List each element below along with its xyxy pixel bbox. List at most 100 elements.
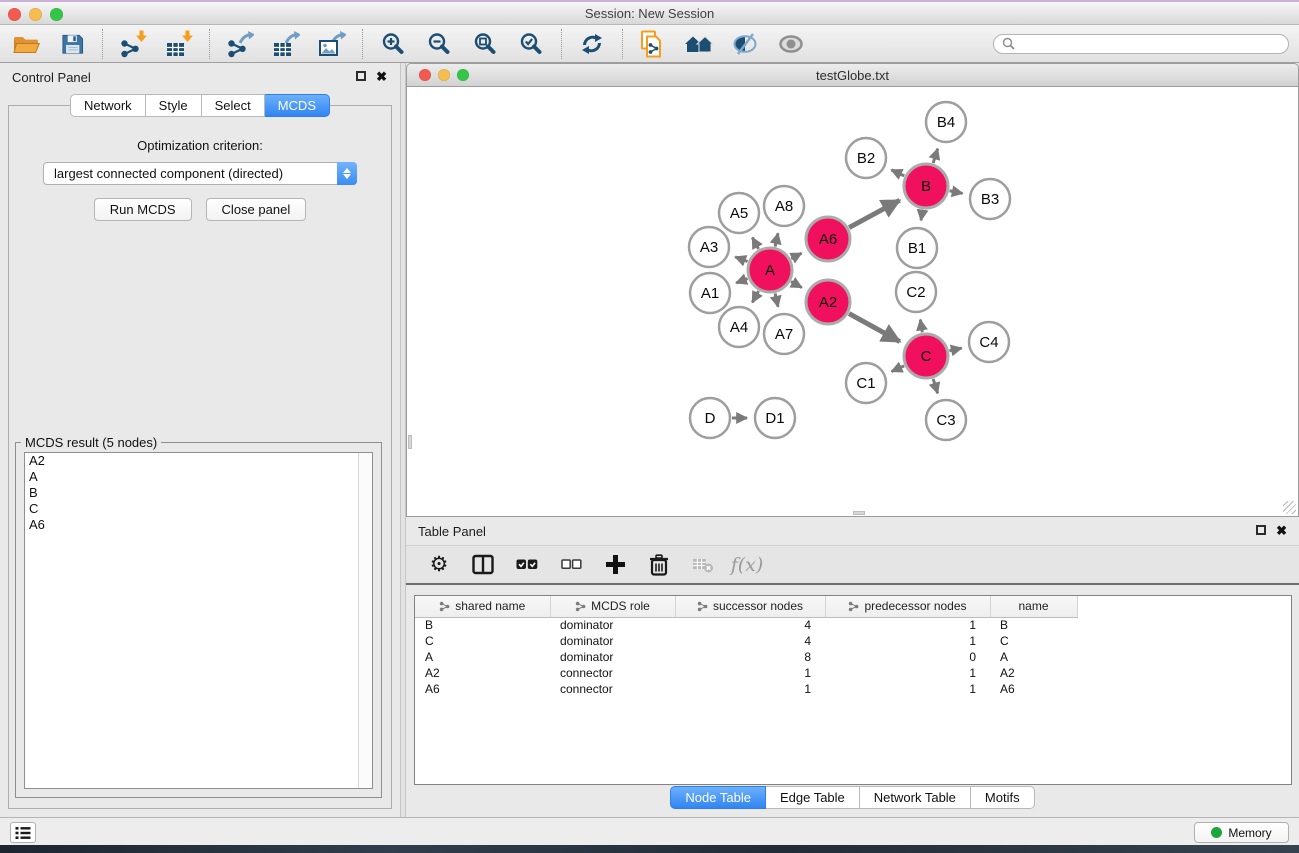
table-cell[interactable]: connector — [550, 681, 675, 697]
graph-edge-B-B3[interactable] — [950, 191, 963, 194]
graph-edge-A6-B[interactable] — [849, 200, 900, 227]
graph-edge-A-A6[interactable] — [791, 253, 801, 259]
table-cell[interactable]: dominator — [550, 617, 675, 633]
export-table-icon[interactable] — [270, 29, 302, 59]
graph-node-B4[interactable]: B4 — [926, 102, 966, 142]
tab-network-table[interactable]: Network Table — [860, 786, 971, 809]
table-cell[interactable]: 4 — [675, 617, 825, 633]
column-header-MCDS-role[interactable]: MCDS role — [550, 596, 675, 617]
zoom-out-icon[interactable] — [423, 29, 455, 59]
table-cell[interactable]: connector — [550, 665, 675, 681]
zoom-in-icon[interactable] — [377, 29, 409, 59]
graph-edge-C-C4[interactable] — [949, 348, 961, 351]
table-cell[interactable]: 1 — [675, 681, 825, 697]
table-cell[interactable]: A2 — [415, 665, 550, 681]
close-panel-button[interactable]: Close panel — [206, 198, 307, 221]
table-row[interactable]: Adominator80A — [415, 649, 1077, 665]
tab-motifs[interactable]: Motifs — [971, 786, 1035, 809]
graph-edge-C-C3[interactable] — [933, 379, 937, 393]
graph-node-A[interactable]: A — [748, 248, 792, 292]
resize-grip[interactable] — [1283, 501, 1296, 514]
canvas-bottom-handle[interactable] — [853, 511, 865, 515]
table-cell[interactable]: 8 — [675, 649, 825, 665]
graph-node-A4[interactable]: A4 — [719, 307, 759, 347]
graph-node-D1[interactable]: D1 — [755, 398, 795, 438]
import-table-icon[interactable] — [163, 29, 195, 59]
table-cell[interactable]: A6 — [415, 681, 550, 697]
node-table-container[interactable]: shared nameMCDS rolesuccessor nodesprede… — [414, 595, 1292, 785]
canvas-side-handle[interactable] — [408, 435, 412, 449]
table-settings-icon[interactable]: ⚙ — [422, 550, 456, 580]
network-canvas[interactable]: B4B2BB3A5A8A6B1A3AA1C2A4A7A2C4CC1C3DD1 — [406, 86, 1299, 517]
export-image-icon[interactable] — [316, 29, 348, 59]
table-cell[interactable]: A — [990, 649, 1077, 665]
table-cell[interactable]: dominator — [550, 633, 675, 649]
mcds-result-item[interactable]: A6 — [25, 517, 372, 533]
graph-node-C1[interactable]: C1 — [846, 363, 886, 403]
float-table-panel-icon[interactable] — [1256, 525, 1266, 535]
graph-edge-A-A8[interactable] — [775, 233, 778, 246]
graph-node-A1[interactable]: A1 — [690, 273, 730, 313]
graph-edge-C-C2[interactable] — [920, 320, 922, 333]
table-row[interactable]: A2connector11A2 — [415, 665, 1077, 681]
select-all-icon[interactable] — [510, 550, 544, 580]
tab-node-table[interactable]: Node Table — [670, 786, 766, 809]
column-header-shared-name[interactable]: shared name — [415, 596, 550, 617]
close-table-panel-icon[interactable]: ✖ — [1276, 523, 1287, 539]
search-input[interactable] — [1019, 37, 1280, 51]
table-row[interactable]: Bdominator41B — [415, 617, 1077, 633]
show-hide-panels-icon[interactable] — [775, 29, 807, 59]
table-cell[interactable]: C — [990, 633, 1077, 649]
network-from-selection-icon[interactable] — [637, 29, 669, 59]
table-cell[interactable]: 1 — [825, 665, 990, 681]
zoom-fit-icon[interactable] — [469, 29, 501, 59]
graph-node-B2[interactable]: B2 — [846, 138, 886, 178]
graph-node-C[interactable]: C — [904, 334, 948, 378]
apply-layout-icon[interactable] — [576, 29, 608, 59]
graph-edge-B-B4[interactable] — [933, 149, 937, 163]
float-panel-icon[interactable] — [356, 71, 366, 81]
table-cell[interactable]: B — [990, 617, 1077, 633]
close-panel-icon[interactable]: ✖ — [376, 69, 387, 85]
export-network-icon[interactable] — [224, 29, 256, 59]
graph-node-C3[interactable]: C3 — [926, 400, 966, 440]
graph-node-A5[interactable]: A5 — [719, 193, 759, 233]
column-header-predecessor-nodes[interactable]: predecessor nodes — [825, 596, 990, 617]
split-view-icon[interactable] — [466, 550, 500, 580]
network-graph[interactable]: B4B2BB3A5A8A6B1A3AA1C2A4A7A2C4CC1C3DD1 — [407, 87, 1298, 516]
graph-edge-A-A7[interactable] — [775, 293, 778, 306]
graph-node-B[interactable]: B — [904, 164, 948, 208]
graph-edge-A-A5[interactable] — [752, 238, 758, 249]
graph-edge-B-B2[interactable] — [891, 170, 904, 176]
graph-node-A6[interactable]: A6 — [806, 217, 850, 261]
graph-edge-A-A3[interactable] — [735, 257, 747, 262]
column-header-name[interactable]: name — [990, 596, 1077, 617]
table-cell[interactable]: 1 — [825, 617, 990, 633]
import-network-icon[interactable] — [117, 29, 149, 59]
graph-node-D[interactable]: D — [690, 398, 730, 438]
graph-edge-B-B1[interactable] — [921, 210, 923, 221]
graph-edge-C-C1[interactable] — [892, 366, 905, 372]
mcds-result-item[interactable]: B — [25, 485, 372, 501]
column-header-successor-nodes[interactable]: successor nodes — [675, 596, 825, 617]
save-session-icon[interactable] — [56, 29, 88, 59]
table-cell[interactable]: C — [415, 633, 550, 649]
table-cell[interactable]: dominator — [550, 649, 675, 665]
tab-mcds[interactable]: MCDS — [265, 94, 330, 117]
tab-edge-table[interactable]: Edge Table — [766, 786, 860, 809]
task-history-button[interactable] — [10, 822, 36, 843]
tab-style[interactable]: Style — [146, 94, 202, 117]
criterion-dropdown[interactable]: largest connected component (directed) — [43, 162, 357, 185]
mcds-result-item[interactable]: A2 — [25, 453, 372, 469]
mcds-result-item[interactable]: C — [25, 501, 372, 517]
table-cell[interactable]: A — [415, 649, 550, 665]
table-row[interactable]: A6connector11A6 — [415, 681, 1077, 697]
graph-node-A7[interactable]: A7 — [764, 314, 804, 354]
zoom-selected-icon[interactable] — [515, 29, 547, 59]
table-cell[interactable]: B — [415, 617, 550, 633]
deselect-all-icon[interactable] — [554, 550, 588, 580]
mcds-result-item[interactable]: A — [25, 469, 372, 485]
table-cell[interactable]: A6 — [990, 681, 1077, 697]
graph-edge-A2-C[interactable] — [849, 314, 900, 342]
table-cell[interactable]: 1 — [675, 665, 825, 681]
